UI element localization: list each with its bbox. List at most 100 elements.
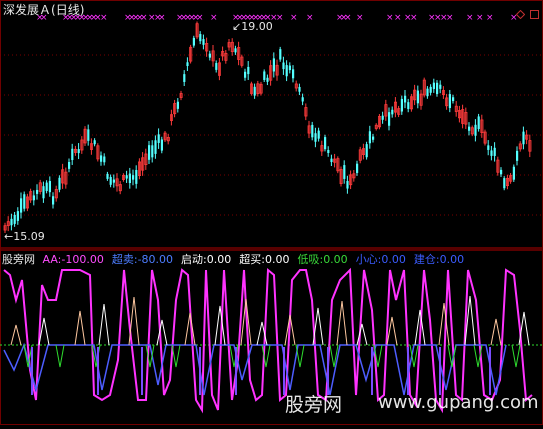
candle-body-down: [391, 109, 394, 115]
candle-body-down: [263, 71, 266, 80]
watermark-url: www.gupang.com: [378, 392, 539, 413]
candle-body-down: [135, 169, 138, 184]
low-price-marker: ←15.09: [4, 230, 45, 243]
candle-body-down: [52, 196, 55, 205]
kline-chart-svg[interactable]: ×× ×××××××××× ××××× ××× ×××××× × ××××××××××× × ×…: [0, 0, 543, 425]
indicator-item-value: 0.00: [206, 253, 232, 266]
indicator-item-label: 超买:: [239, 253, 265, 266]
candle-body-down: [202, 39, 205, 45]
aa-oscillator-line: [3, 267, 533, 414]
candle-body-down: [298, 86, 301, 92]
white-spike: [490, 318, 502, 346]
indicator-item-value: 0.00: [439, 253, 465, 266]
signal-x-icon: ×: [356, 13, 364, 23]
candle-body-down: [317, 130, 320, 139]
candle-body-down: [372, 136, 375, 140]
candle-body-down: [42, 186, 45, 199]
indicator-values: AA:-100.00 超卖:-80.00 启动:0.00 超买:0.00 低吸:0.00…: [43, 253, 473, 266]
candle-body-down: [477, 116, 480, 130]
candle-body-down: [282, 62, 285, 70]
candle-body-down: [109, 176, 112, 185]
indicator-item-value: -100.00: [61, 253, 104, 266]
chart-window[interactable]: × × × × × × × × × × × × × × × × × × × × × × × × × × × × × × × × × × × × × × × ×…: [0, 0, 543, 425]
white-spike: [336, 300, 348, 346]
candle-body-down: [503, 178, 506, 189]
candle-body-down: [288, 65, 291, 71]
signal-x-icon: ×: [140, 13, 148, 23]
watermark-name: 股旁网: [285, 394, 343, 416]
signal-x-icon: ×: [486, 13, 494, 23]
stock-name: 深发展Ａ: [3, 3, 52, 17]
candle-body-down: [487, 145, 490, 150]
candle-body-down: [381, 115, 384, 120]
candle-body-down: [132, 175, 135, 180]
candle-body-down: [208, 53, 211, 58]
candle-body-down: [87, 129, 90, 141]
candle-body-down: [199, 34, 202, 42]
indicator-item-label: 小心:: [355, 253, 382, 266]
candle-body-down: [346, 180, 349, 189]
candle-body-down: [365, 144, 368, 158]
indicator-item-value: 0.00: [381, 253, 406, 266]
restore-window-icon[interactable]: [515, 4, 526, 20]
indicator-item-label: AA:: [42, 253, 62, 266]
candle-body-down: [404, 95, 407, 103]
candle-body-down: [314, 133, 317, 142]
candle-body-down: [407, 102, 410, 109]
green-spike: [511, 344, 521, 368]
candle-body-down: [500, 169, 503, 175]
indicator-item: 超买:0.00: [239, 253, 293, 266]
candle-body-down: [45, 182, 48, 191]
candle-body-down: [23, 194, 26, 209]
candle-body-down: [253, 86, 256, 96]
indicator-item: 低吸:0.00: [297, 253, 351, 266]
indicator-item-value: -80.00: [137, 253, 174, 266]
signal-x-icon: ×: [386, 13, 394, 23]
candle-body-down: [154, 140, 157, 154]
indicator-item-label: 建仓:: [413, 253, 440, 266]
candle-body-down: [192, 37, 195, 46]
signal-x-icon: ×: [100, 13, 108, 23]
candle-body-down: [125, 175, 128, 179]
white-spike: [74, 310, 86, 346]
signal-x-icon: ×: [410, 13, 418, 23]
indicator-item-label: 超卖:: [111, 253, 138, 266]
candle-body-down: [186, 62, 189, 67]
signal-x-icon: ×: [196, 13, 204, 23]
candle-body-down: [330, 158, 333, 163]
candle-body-down: [10, 218, 13, 226]
candle-body-down: [13, 214, 16, 224]
indicator-item: 启动:0.00: [181, 253, 235, 266]
low-price-value: 15.09: [13, 230, 45, 243]
signal-x-icon: ×: [158, 13, 166, 23]
green-spike: [55, 344, 65, 368]
candle-body-down: [128, 173, 131, 184]
candle-body-down: [16, 211, 19, 221]
candle-body-down: [148, 145, 151, 160]
white-spike: [98, 303, 110, 346]
indicator-item-value: 0.00: [264, 253, 290, 266]
close-window-icon[interactable]: [530, 4, 539, 19]
signal-x-icon: ×: [446, 13, 454, 23]
candle-body-down: [112, 179, 115, 183]
indicator-item: 建仓:0.00: [414, 253, 468, 266]
candle-body-down: [58, 177, 61, 190]
candle-body-down: [68, 161, 71, 169]
candle-body-down: [292, 69, 295, 79]
candle-body-down: [285, 65, 288, 77]
low-arrow-icon: ←: [4, 230, 14, 243]
signal-x-icon: ×: [276, 13, 284, 23]
candle-body-down: [301, 97, 304, 102]
candle-body-down: [151, 145, 154, 158]
period-label: (日线): [51, 3, 85, 17]
white-spike: [438, 302, 450, 346]
candle-body-down: [272, 58, 275, 72]
candle-body-down: [247, 66, 250, 75]
candle-body-down: [416, 90, 419, 104]
signal-x-icon: ×: [344, 13, 352, 23]
candle-body-down: [522, 131, 525, 145]
candle-body-down: [512, 166, 515, 180]
indicator-item-label: 低吸:: [297, 253, 324, 266]
indicator-item: 小心:0.00: [356, 253, 410, 266]
candle-body-down: [77, 149, 80, 154]
